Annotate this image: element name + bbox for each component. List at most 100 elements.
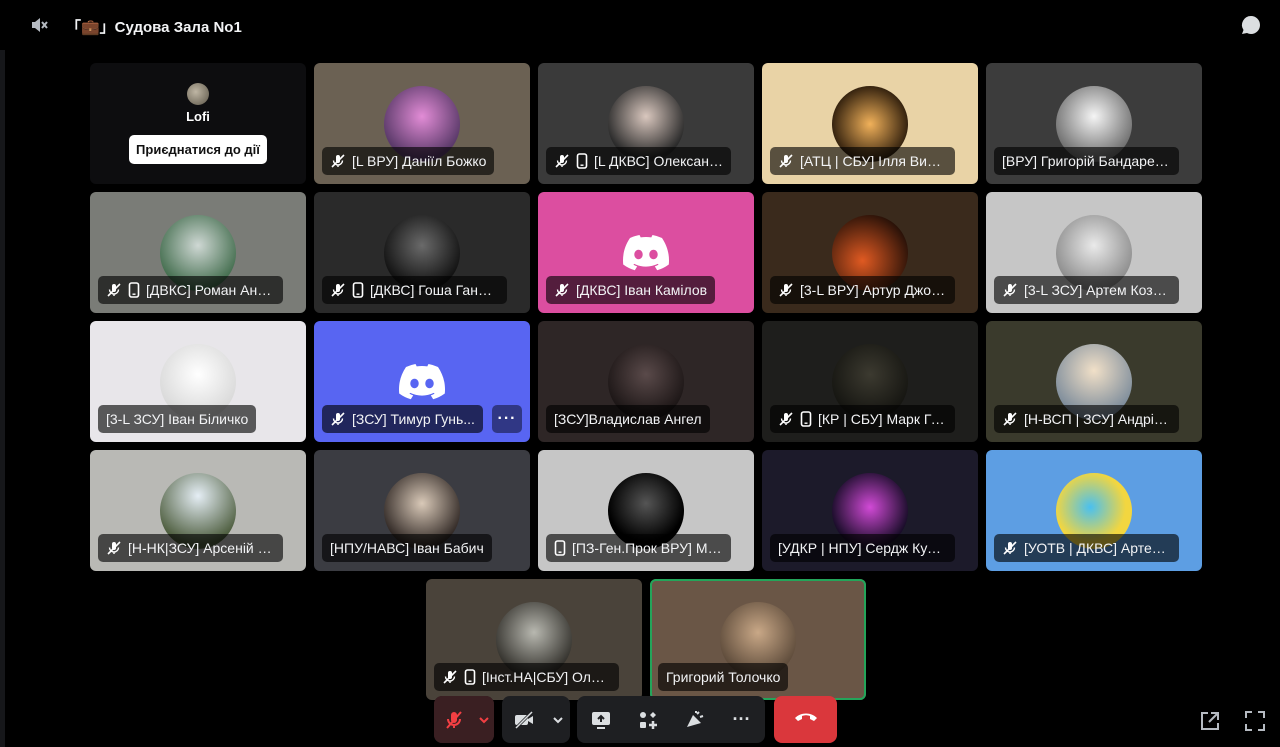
mic-muted-icon <box>554 282 570 298</box>
end-call-button[interactable] <box>774 696 837 743</box>
participant-name: [ЗСУ] Тимур Гунь... <box>352 411 475 427</box>
participant-nameplate: [3-L ВРУ] Артур Джон... <box>770 276 955 304</box>
participant-nameplate: [ДКВС] Іван Камілов <box>546 276 716 304</box>
hang-up-icon <box>793 710 819 729</box>
participant-name: Григорий Толочко <box>666 669 781 685</box>
action-bar: ··· <box>577 696 765 743</box>
participant-tile[interactable]: [НПУ/НАВС] Іван Бабич <box>314 450 530 571</box>
participant-name: [ДВКС] Роман Анто... <box>146 282 275 298</box>
participant-tile[interactable]: [ЗСУ]Владислав Ангел <box>538 321 754 442</box>
mic-muted-icon <box>442 669 458 685</box>
participant-name: [ВРУ] Григорій Бандарен... <box>1002 153 1171 169</box>
avatar <box>187 83 209 105</box>
participant-name: [ПЗ-Ген.Прок ВРУ] Ма... <box>572 540 723 556</box>
more-options-button[interactable]: ··· <box>722 696 762 743</box>
participant-tile[interactable]: [ВРУ] Григорій Бандарен... <box>986 63 1202 184</box>
participant-tile[interactable]: [Н-ВСП | ЗСУ] Андрій ... <box>986 321 1202 442</box>
participant-nameplate: [L ВРУ] Даніїл Божко <box>322 147 495 175</box>
participant-nameplate: [3-L ЗСУ] Артем Козир... <box>994 276 1179 304</box>
participant-nameplate: [Інст.НА|СБУ] Олек... <box>434 663 619 691</box>
camera-control <box>502 696 570 743</box>
screen-share-icon[interactable] <box>581 696 621 743</box>
participant-nameplate: [КР | СБУ] Марк Гро... <box>770 405 955 433</box>
participant-tile[interactable]: [ЗСУ] Тимур Гунь... ··· <box>314 321 530 442</box>
participant-nameplate: [АТЦ | СБУ] Ілля Винсь... <box>770 147 955 175</box>
participant-name: [АТЦ | СБУ] Ілля Винсь... <box>800 153 947 169</box>
mic-muted-icon <box>778 411 794 427</box>
soundboard-icon[interactable] <box>675 696 715 743</box>
participant-nameplate: [ДВКС] Роман Анто... <box>98 276 283 304</box>
participant-nameplate: [ПЗ-Ген.Прок ВРУ] Ма... <box>546 534 731 562</box>
mobile-phone-icon <box>554 540 566 556</box>
participant-tile[interactable]: [КР | СБУ] Марк Гро... <box>762 321 978 442</box>
mic-muted-icon <box>106 540 122 556</box>
participant-tile[interactable]: [ДВКС] Роман Анто... <box>90 192 306 313</box>
participant-name: [ДКВС] Гоша Ганжд... <box>370 282 499 298</box>
participant-tile[interactable]: [АТЦ | СБУ] Ілля Винсь... <box>762 63 978 184</box>
speaker-mute-icon[interactable] <box>29 15 49 35</box>
participant-tile[interactable]: [ПЗ-Ген.Прок ВРУ] Ма... <box>538 450 754 571</box>
participant-tile[interactable]: [Інст.НА|СБУ] Олек... <box>426 579 642 700</box>
mobile-phone-icon <box>128 282 140 298</box>
participant-nameplate: [УОТВ | ДКВС] Артем К... <box>994 534 1179 562</box>
participant-tile[interactable]: [3-L ЗСУ] Артем Козир... <box>986 192 1202 313</box>
participant-tile[interactable]: [L ДКВС] Олександр... <box>538 63 754 184</box>
participant-tile[interactable]: [3-L ЗСУ] Іван Біличко <box>90 321 306 442</box>
join-activity-button[interactable]: Приєднатися до дії <box>129 135 267 164</box>
participant-tile[interactable]: [Н-НК|ЗСУ] Арсеній За... <box>90 450 306 571</box>
mic-muted-icon <box>1002 540 1018 556</box>
mic-muted-icon <box>1002 282 1018 298</box>
participant-name: [НПУ/НАВС] Іван Бабич <box>330 540 484 556</box>
participant-name: [ЗСУ]Владислав Ангел <box>554 411 702 427</box>
mic-muted-icon <box>330 411 346 427</box>
mobile-phone-icon <box>576 153 588 169</box>
fullscreen-icon[interactable] <box>1244 710 1266 732</box>
chat-bubble-icon[interactable] <box>1240 14 1262 36</box>
participant-name: [3-L ЗСУ] Іван Біличко <box>106 411 249 427</box>
mic-muted-icon <box>330 282 346 298</box>
participant-name: [Н-НК|ЗСУ] Арсеній За... <box>128 540 275 556</box>
participant-name: [ДКВС] Іван Камілов <box>576 282 708 298</box>
mic-muted-icon <box>106 282 122 298</box>
mobile-phone-icon <box>800 411 812 427</box>
participant-tile[interactable]: Григорий Толочко <box>650 579 866 700</box>
participant-tile[interactable]: [ДКВС] Гоша Ганжд... <box>314 192 530 313</box>
mic-muted-icon <box>554 153 570 169</box>
participant-tile[interactable]: [L ВРУ] Даніїл Божко <box>314 63 530 184</box>
participant-name: [L ВРУ] Даніїл Божко <box>352 153 487 169</box>
call-header: 「💼」Судова Зала No1 <box>0 0 1280 50</box>
participant-name: [3-L ЗСУ] Артем Козир... <box>1024 282 1171 298</box>
participant-tile[interactable]: [УДКР | НПУ] Сердж Кула... <box>762 450 978 571</box>
participant-nameplate: [ВРУ] Григорій Бандарен... <box>994 147 1179 175</box>
camera-off-icon[interactable] <box>502 696 546 743</box>
chevron-down-icon[interactable] <box>474 696 494 743</box>
participant-nameplate: [ЗСУ]Владислав Ангел <box>546 405 710 433</box>
mic-muted-icon[interactable] <box>434 696 474 743</box>
participant-nameplate: [УДКР | НПУ] Сердж Кула... <box>770 534 955 562</box>
participant-nameplate: [Н-НК|ЗСУ] Арсеній За... <box>98 534 283 562</box>
participant-tile[interactable]: [УОТВ | ДКВС] Артем К... <box>986 450 1202 571</box>
mic-control <box>434 696 494 743</box>
participant-nameplate: [НПУ/НАВС] Іван Бабич <box>322 534 492 562</box>
mobile-phone-icon <box>464 669 476 685</box>
participant-nameplate: [Н-ВСП | ЗСУ] Андрій ... <box>994 405 1179 433</box>
mic-muted-icon <box>330 153 346 169</box>
activity-tile: Lofi Приєднатися до дії <box>90 63 306 184</box>
popout-icon[interactable] <box>1199 710 1221 732</box>
discord-logo-icon <box>399 363 446 399</box>
participant-tile[interactable]: [3-L ВРУ] Артур Джон... <box>762 192 978 313</box>
participant-nameplate: [ЗСУ] Тимур Гунь... <box>322 405 483 433</box>
chevron-down-icon[interactable] <box>546 696 570 743</box>
mic-muted-icon <box>778 153 794 169</box>
mobile-phone-icon <box>352 282 364 298</box>
participant-name: [УОТВ | ДКВС] Артем К... <box>1024 540 1171 556</box>
mic-muted-icon <box>1002 411 1018 427</box>
participant-nameplate: Григорий Толочко <box>658 663 789 691</box>
participant-name: [Н-ВСП | ЗСУ] Андрій ... <box>1024 411 1171 427</box>
participant-tile[interactable]: [ДКВС] Іван Камілов <box>538 192 754 313</box>
activity-name: Lofi <box>186 109 210 124</box>
mic-muted-icon <box>778 282 794 298</box>
participant-name: [L ДКВС] Олександр... <box>594 153 723 169</box>
activities-icon[interactable] <box>628 696 668 743</box>
tile-more-button[interactable]: ··· <box>492 405 522 433</box>
